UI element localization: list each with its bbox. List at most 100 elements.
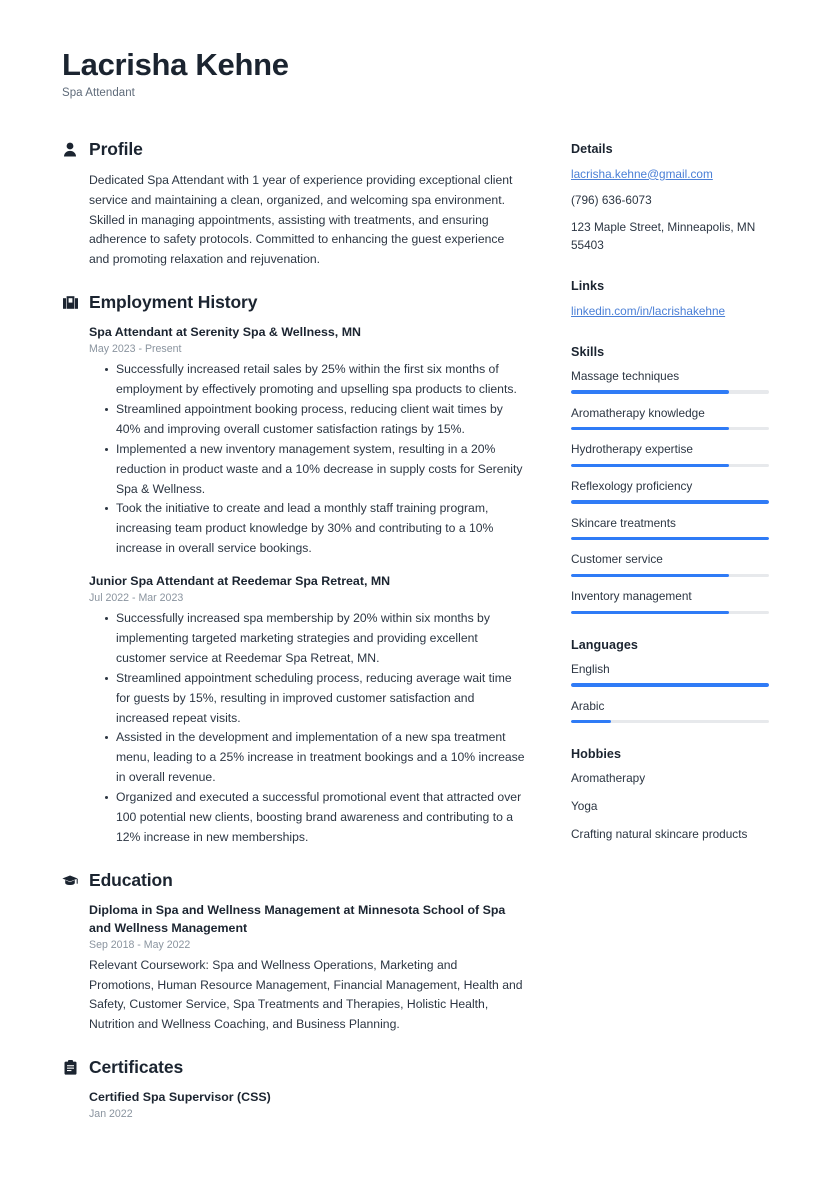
main-column: Profile Dedicated Spa Attendant with 1 y… xyxy=(62,139,525,1143)
email-link[interactable]: lacrisha.kehne@gmail.com xyxy=(571,166,785,184)
skill-item: Aromatherapy knowledge xyxy=(571,406,785,431)
section-title-profile: Profile xyxy=(89,138,143,159)
certificate-entry: Certified Spa Supervisor (CSS) Jan 2022 xyxy=(89,1089,525,1120)
section-body-employment: Spa Attendant at Serenity Spa & Wellness… xyxy=(62,324,525,848)
entry-date: Jan 2022 xyxy=(89,1108,133,1121)
sidebar-block-skills: Skills Massage techniques Aromatherapy k… xyxy=(571,345,785,614)
list-item: Successfully increased spa membership by… xyxy=(105,609,525,669)
section-header-education: Education xyxy=(62,870,525,891)
resume-header: Lacrisha Kehne Spa Attendant xyxy=(62,47,781,99)
entry-date: May 2023 - Present xyxy=(89,343,182,356)
skill-level-track xyxy=(571,463,769,468)
skill-level-track xyxy=(571,390,769,394)
skill-item: Massage techniques xyxy=(571,369,785,394)
education-entry: Diploma in Spa and Wellness Management a… xyxy=(89,902,525,1036)
employment-entry: Junior Spa Attendant at Reedemar Spa Ret… xyxy=(89,573,525,848)
person-icon xyxy=(62,141,78,158)
profile-text: Dedicated Spa Attendant with 1 year of e… xyxy=(89,172,513,267)
skill-level-track xyxy=(571,500,769,504)
skill-level-fill xyxy=(571,463,730,468)
skill-label: Skincare treatments xyxy=(571,515,676,530)
phone-text: (796) 636-6073 xyxy=(571,193,652,208)
section-title-education: Education xyxy=(89,869,173,890)
sidebar-title-skills: Skills xyxy=(571,344,605,359)
entry-title: Junior Spa Attendant at Reedemar Spa Ret… xyxy=(89,574,391,589)
employment-entry: Spa Attendant at Serenity Spa & Wellness… xyxy=(89,324,525,559)
section-profile: Profile Dedicated Spa Attendant with 1 y… xyxy=(62,139,525,270)
skill-level-track xyxy=(571,610,769,614)
sidebar: Details lacrisha.kehne@gmail.com (796) 6… xyxy=(571,139,785,867)
skill-label: Inventory management xyxy=(571,589,692,604)
skill-item: Hydrotherapy expertise xyxy=(571,442,785,468)
sidebar-title-hobbies: Hobbies xyxy=(571,747,622,762)
section-header-profile: Profile xyxy=(62,139,525,160)
hobby-item: Aromatherapy xyxy=(571,771,646,786)
language-label: English xyxy=(571,661,610,676)
list-item: Streamlined appointment booking process,… xyxy=(105,400,525,440)
entry-bullet-list: Successfully increased spa membership by… xyxy=(89,609,525,848)
skill-label: Massage techniques xyxy=(571,368,680,383)
section-body-certificates: Certified Spa Supervisor (CSS) Jan 2022 xyxy=(62,1089,525,1120)
graduation-cap-icon xyxy=(62,872,78,889)
section-title-employment: Employment History xyxy=(89,292,258,313)
entry-description: Relevant Coursework: Spa and Wellness Op… xyxy=(89,957,523,1032)
job-title-subtitle: Spa Attendant xyxy=(62,86,135,99)
language-label: Arabic xyxy=(571,698,605,713)
list-item: Streamlined appointment scheduling proce… xyxy=(105,669,525,729)
list-item: Successfully increased retail sales by 2… xyxy=(105,360,525,400)
section-certificates: Certificates Certified Spa Supervisor (C… xyxy=(62,1057,525,1120)
linkedin-link[interactable]: linkedin.com/in/lacrishakehne xyxy=(571,303,785,321)
sidebar-title-links: Links xyxy=(571,279,605,294)
clipboard-icon xyxy=(62,1059,78,1076)
language-level-track xyxy=(571,683,769,687)
language-level-fill xyxy=(571,683,769,687)
language-level-track xyxy=(571,719,769,724)
skill-level-fill xyxy=(571,537,769,541)
resume-page: Lacrisha Kehne Spa Attendant Profile Ded… xyxy=(0,0,833,1178)
skill-level-fill xyxy=(571,610,730,614)
skill-item: Skincare treatments xyxy=(571,516,785,541)
skill-label: Reflexology proficiency xyxy=(571,479,693,494)
language-level-fill xyxy=(571,719,611,724)
skill-level-fill xyxy=(571,426,730,431)
page-title: Lacrisha Kehne xyxy=(62,47,289,82)
section-body-education: Diploma in Spa and Wellness Management a… xyxy=(62,902,525,1036)
sidebar-block-links: Links linkedin.com/in/lacrishakehne xyxy=(571,279,785,321)
list-item: Organized and executed a successful prom… xyxy=(105,788,525,848)
skill-label: Customer service xyxy=(571,552,663,567)
address-text: 123 Maple Street, Minneapolis, MN 55403 xyxy=(571,220,756,253)
entry-title: Spa Attendant at Serenity Spa & Wellness… xyxy=(89,325,361,340)
section-header-certificates: Certificates xyxy=(62,1057,525,1078)
skill-item: Inventory management xyxy=(571,589,785,614)
resume-body: Profile Dedicated Spa Attendant with 1 y… xyxy=(62,139,781,1143)
sidebar-title-languages: Languages xyxy=(571,637,638,652)
entry-title: Certified Spa Supervisor (CSS) xyxy=(89,1090,271,1105)
section-title-certificates: Certificates xyxy=(89,1057,184,1078)
entry-title: Diploma in Spa and Wellness Management a… xyxy=(89,902,506,935)
skill-level-fill xyxy=(571,573,730,578)
skill-item: Reflexology proficiency xyxy=(571,479,785,504)
language-item: English xyxy=(571,662,785,687)
language-item: Arabic xyxy=(571,699,785,724)
sidebar-block-languages: Languages English Arabic xyxy=(571,637,785,724)
section-education: Education Diploma in Spa and Wellness Ma… xyxy=(62,870,525,1036)
skill-level-track xyxy=(571,537,769,541)
section-header-employment: Employment History xyxy=(62,292,525,313)
entry-date: Jul 2022 - Mar 2023 xyxy=(89,592,184,605)
entry-bullet-list: Successfully increased retail sales by 2… xyxy=(89,360,525,559)
skill-item: Customer service xyxy=(571,552,785,578)
sidebar-title-details: Details xyxy=(571,141,613,156)
hobby-item: Yoga xyxy=(571,799,598,814)
sidebar-block-hobbies: Hobbies Aromatherapy Yoga Crafting natur… xyxy=(571,747,785,843)
skill-label: Hydrotherapy expertise xyxy=(571,442,693,457)
skill-level-fill xyxy=(571,500,769,504)
skill-level-fill xyxy=(571,390,730,394)
entry-date: Sep 2018 - May 2022 xyxy=(89,938,191,951)
section-employment-history: Employment History Spa Attendant at Sere… xyxy=(62,292,525,848)
skill-level-track xyxy=(571,573,769,578)
list-item: Assisted in the development and implemen… xyxy=(105,728,525,788)
briefcase-icon xyxy=(62,294,78,311)
section-body-profile: Dedicated Spa Attendant with 1 year of e… xyxy=(62,171,525,270)
sidebar-block-details: Details lacrisha.kehne@gmail.com (796) 6… xyxy=(571,142,785,255)
skill-label: Aromatherapy knowledge xyxy=(571,405,705,420)
